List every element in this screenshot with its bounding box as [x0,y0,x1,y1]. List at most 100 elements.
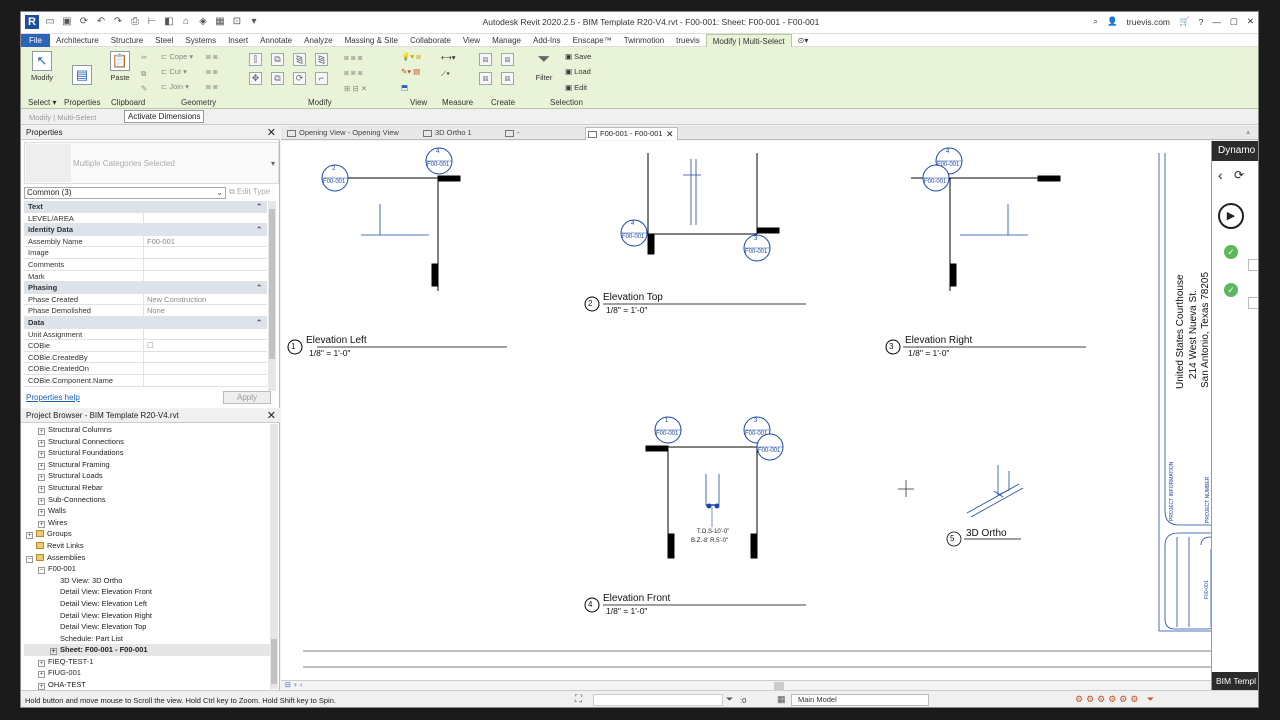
split-icon[interactable]: ⧈ ⧈ ⧈ [344,53,362,63]
collapse-icon[interactable]: ⌃ [256,201,262,212]
join-button[interactable]: ⊏ Join ▾ [161,82,189,91]
revit-logo-icon[interactable]: R [25,15,39,29]
property-value[interactable] [144,363,267,374]
type-selector[interactable]: Multiple Categories Selected ▾ [24,142,279,184]
thin-lines-icon[interactable]: ▦ [214,16,226,28]
save-selection-button[interactable]: ▣ Save [565,52,591,61]
drawing-canvas[interactable]: 1 Elevation Left 1/8" = 1'-0" 2 Elevatio… [281,141,1211,680]
geometry-split-icon[interactable]: ⧈ ⧈ [206,67,218,77]
tab-steel[interactable]: Steel [149,34,179,47]
tab-add-ins[interactable]: Add-Ins [527,34,567,47]
browser-item[interactable]: Detail View: Elevation Front [24,586,270,598]
paste-button[interactable]: 📋 Paste [105,51,135,89]
view-3-title[interactable]: Elevation Right [905,335,972,346]
property-row[interactable]: Phase Created New Construction [24,293,267,306]
expander-icon[interactable]: + [38,462,45,470]
browser-item[interactable]: + Structural Columns [24,424,270,436]
cope-button[interactable]: ⊏ Cope ▾ [161,52,193,61]
panel-label-select[interactable]: Select ▾ [28,98,56,107]
expander-icon[interactable]: + [38,439,45,447]
properties-button[interactable]: ▤ [67,51,97,89]
3d-view-icon[interactable]: ⌂ [180,16,192,28]
tab-collaborate[interactable]: Collaborate [404,34,457,47]
browser-item[interactable]: + Walls [24,505,270,517]
property-value[interactable] [144,247,267,258]
property-row[interactable]: COBie.Component.Name [24,374,267,387]
expander-icon[interactable]: + [26,532,33,540]
apply-button[interactable]: Apply [223,391,271,404]
view-4-title[interactable]: Elevation Front [603,593,670,604]
browser-item[interactable]: Schedule: Part List [24,633,270,645]
copy-icon[interactable]: ⧉ [271,72,284,85]
create-similar-icon[interactable]: ⧈ [501,72,514,85]
align-icon[interactable]: ⫿ [249,53,262,66]
property-row[interactable]: LEVEL/AREA [24,212,267,225]
browser-item[interactable]: + FIUG-001 [24,667,270,679]
play-icon[interactable]: ▶ [1218,203,1244,229]
tab-insert[interactable]: Insert [222,34,254,47]
tab-view[interactable]: View [457,34,486,47]
properties-help-link[interactable]: Properties help [26,393,80,402]
open-icon[interactable]: ▭ [44,16,56,28]
browser-item[interactable]: + Structural Framing [24,459,270,471]
print-icon[interactable]: ⎙ [129,16,141,28]
collapse-icon[interactable]: ⌃ [256,224,262,235]
browser-item[interactable]: − F00-001 [24,563,270,575]
close-button[interactable]: ✕ [1247,16,1254,27]
linework-icon[interactable]: ⬒ [401,83,408,92]
tab-architecture[interactable]: Architecture [50,34,105,47]
browser-item[interactable]: + Structural Connections [24,436,270,448]
dynamo-input-field[interactable] [1248,259,1258,271]
geometry-paint-icon[interactable]: ⧈ ⧈ [206,82,218,92]
create-parts-icon[interactable]: ⧈ [501,53,514,66]
expander-icon[interactable]: + [38,428,45,435]
mirror-draw-icon[interactable]: ⧎ [315,53,328,66]
design-options-icon[interactable]: ▦ [777,694,786,705]
tab-annotate[interactable]: Annotate [254,34,298,47]
tab-untitled[interactable]: - [503,127,520,140]
view-control-icons[interactable]: ⊟ ♀ ‹ [285,681,302,689]
browser-scrollbar[interactable] [270,424,278,689]
tab-massing-site[interactable]: Massing & Site [339,34,404,47]
property-value[interactable] [144,352,267,363]
sync-icon[interactable]: ⟳ [78,16,90,28]
collapse-icon[interactable]: ⌃ [256,282,262,293]
browser-item[interactable]: + Structural Loads [24,470,270,482]
property-value[interactable] [144,329,267,340]
search-icon[interactable]: ⌕ [1093,16,1098,27]
tab-structure[interactable]: Structure [105,34,149,47]
dimension-icon[interactable]: ⟋▾ [441,69,450,79]
create-group-icon[interactable]: ⧈ [479,72,492,85]
undo-icon[interactable]: ↶ [95,16,107,28]
close-properties-icon[interactable]: ✕ [267,126,276,139]
property-group[interactable]: Text ⌃ [24,201,267,213]
filter-button[interactable]: ⏷ Filter [529,51,559,89]
horizontal-scroll-thumb[interactable] [774,682,784,690]
selection-options-icons[interactable]: ⚙⚙⚙⚙⚙⚙ ⏷ [1075,694,1157,705]
move-icon[interactable]: ✥ [249,72,262,85]
maximize-button[interactable]: ▢ [1230,16,1238,27]
expander-icon[interactable]: + [38,659,45,667]
browser-item[interactable]: + Structural Foundations [24,447,270,459]
property-row[interactable]: COBie.CreatedOn [24,363,267,375]
browser-item[interactable]: + Sheet: F00-001 - F00-001 [24,644,270,656]
property-row[interactable]: Unit Assignment [24,328,267,341]
property-value[interactable]: New Construction [144,294,267,305]
section-icon[interactable]: ◈ [197,16,209,28]
browser-item[interactable]: Detail View: Elevation Left [24,598,270,610]
cut-tool-icon[interactable]: ✂ [141,53,147,62]
create-assembly-icon[interactable]: ⧈ [479,53,492,66]
offset-icon[interactable]: ⧉ [271,53,284,66]
help-icon[interactable]: ? [1199,17,1204,27]
tab-analyze[interactable]: Analyze [298,34,338,47]
match-type-icon[interactable]: ✎ [141,84,147,93]
property-value[interactable]: ☐ [144,340,267,351]
property-group[interactable]: Identity Data ⌃ [24,224,267,236]
close-browser-icon[interactable]: ✕ [267,409,276,422]
browser-item[interactable]: 3D View: 3D Ortho [24,575,270,587]
property-value[interactable] [144,259,267,270]
expander-icon[interactable]: + [38,683,45,691]
expander-icon[interactable]: + [38,497,45,505]
array-icon[interactable]: ⧈ ⧈ ⧈ [344,68,362,78]
tab-truevis[interactable]: truevis [670,34,706,47]
